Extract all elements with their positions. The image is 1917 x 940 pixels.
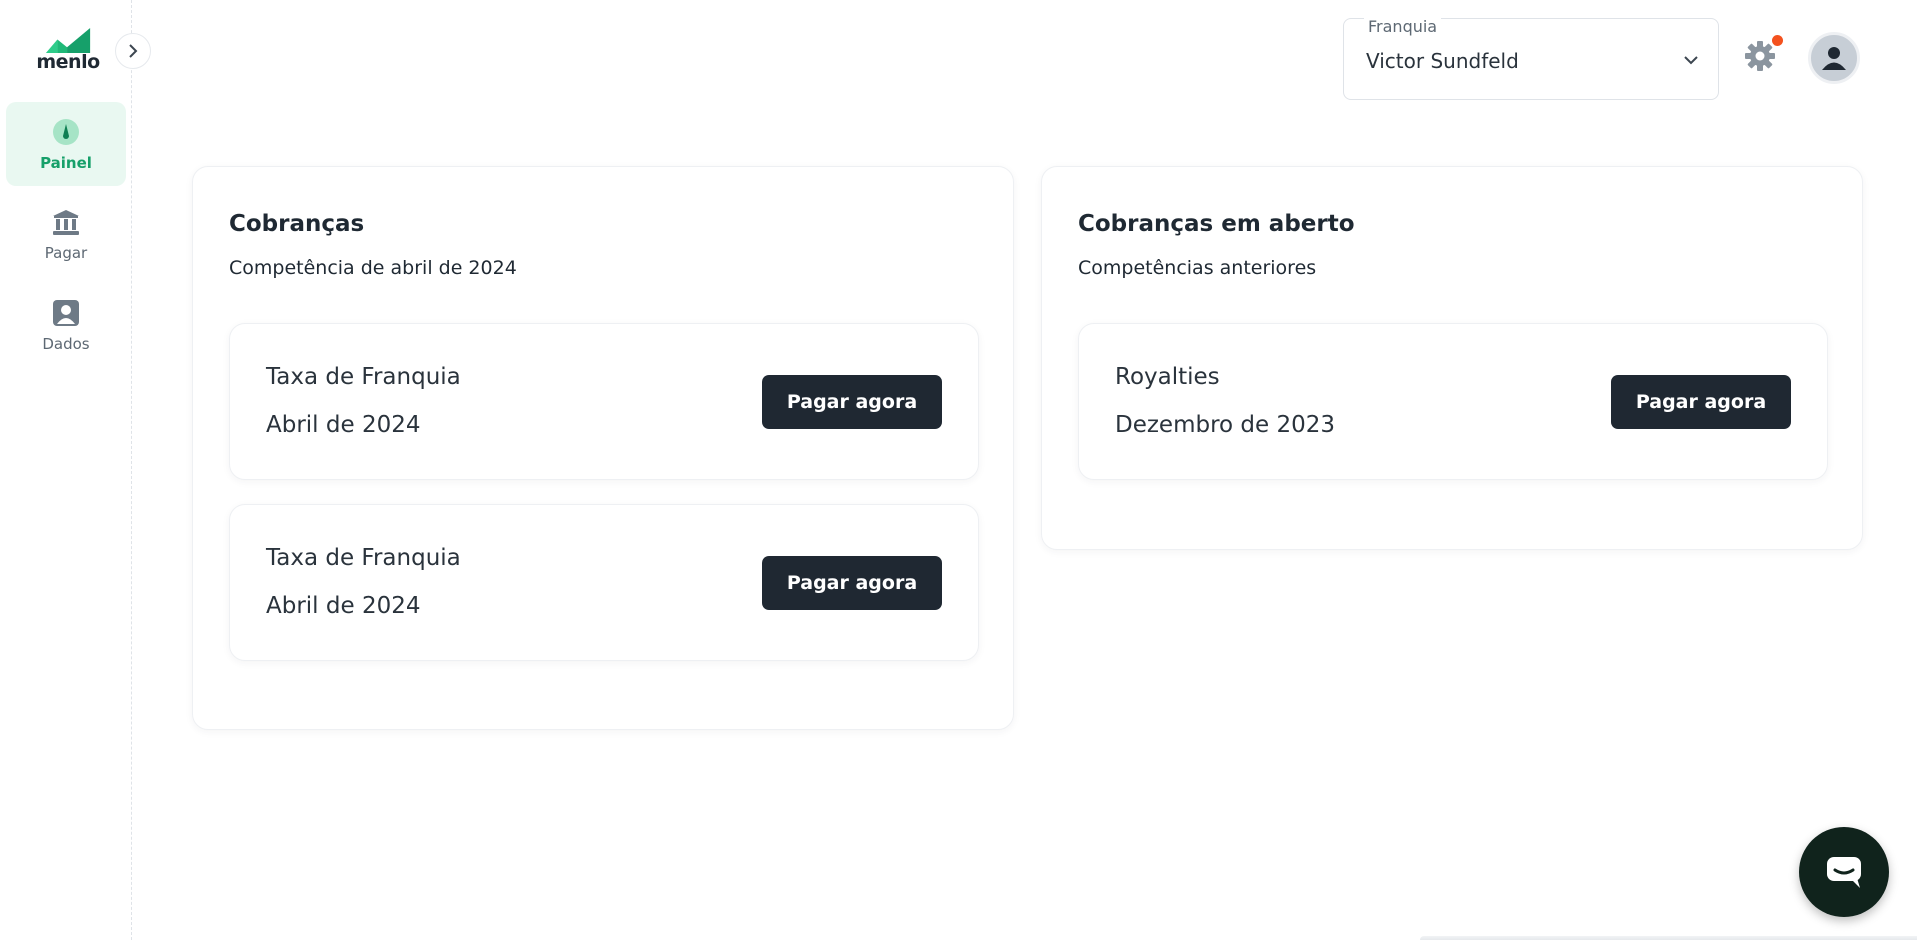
- avatar[interactable]: [1808, 32, 1860, 84]
- user-avatar-icon: [1822, 47, 1846, 70]
- bottom-edge-shadow: [1420, 936, 1917, 940]
- charge-name: Royalties: [1115, 364, 1220, 390]
- sidebar-collapse-button[interactable]: [115, 33, 151, 69]
- sidebar-item-label: Painel: [40, 153, 92, 172]
- charge-period: Dezembro de 2023: [1115, 412, 1336, 438]
- franchise-select[interactable]: Franquia Victor Sundfeld: [1343, 17, 1719, 100]
- pay-now-button[interactable]: Pagar agora: [762, 556, 942, 610]
- open-charges-panel: Cobranças em aberto Competências anterio…: [1041, 166, 1863, 550]
- sidebar-item-label: Dados: [42, 334, 90, 353]
- charge-period: Abril de 2024: [266, 593, 421, 619]
- franchise-select-value: Victor Sundfeld: [1366, 49, 1519, 73]
- bank-icon: [51, 207, 81, 237]
- user-card-icon: [51, 298, 81, 328]
- charges-title: Cobranças: [229, 211, 365, 237]
- gear-icon: [1745, 41, 1775, 71]
- pay-now-button[interactable]: Pagar agora: [762, 375, 942, 429]
- charges-panel: Cobranças Competência de abril de 2024 T…: [192, 166, 1014, 730]
- charge-card: Taxa de Franquia Abril de 2024 Pagar ago…: [229, 323, 979, 480]
- charge-card: Taxa de Franquia Abril de 2024 Pagar ago…: [229, 504, 979, 661]
- open-charges-subtitle: Competências anteriores: [1078, 257, 1317, 279]
- open-charges-title: Cobranças em aberto: [1078, 211, 1355, 237]
- charge-card: Royalties Dezembro de 2023 Pagar agora: [1078, 323, 1828, 480]
- charge-name: Taxa de Franquia: [266, 545, 461, 571]
- chevron-down-icon: [1684, 56, 1698, 65]
- sidebar-item-dados[interactable]: Dados: [6, 283, 126, 367]
- menlo-logo-mark-icon: [45, 28, 91, 53]
- sidebar-item-label: Pagar: [44, 243, 88, 262]
- charges-subtitle: Competência de abril de 2024: [229, 257, 517, 279]
- charge-name: Taxa de Franquia: [266, 364, 461, 390]
- pay-now-button[interactable]: Pagar agora: [1611, 375, 1791, 429]
- chat-bubble-icon: [1827, 857, 1861, 888]
- sidebar-item-painel[interactable]: Painel: [6, 102, 126, 186]
- chevron-right-icon: [129, 44, 138, 58]
- notification-dot: [1772, 35, 1783, 46]
- sidebar-item-pagar[interactable]: Pagar: [6, 192, 126, 276]
- charge-period: Abril de 2024: [266, 412, 421, 438]
- menlo-logo[interactable]: menlo: [36, 28, 100, 72]
- sidebar: menlo Painel Pagar Dados: [0, 0, 132, 940]
- dashboard-gauge-icon: [51, 117, 81, 147]
- brand-name: menlo: [36, 51, 100, 73]
- franchise-select-label: Franquia: [1364, 17, 1442, 37]
- chat-launcher-button[interactable]: [1799, 827, 1889, 917]
